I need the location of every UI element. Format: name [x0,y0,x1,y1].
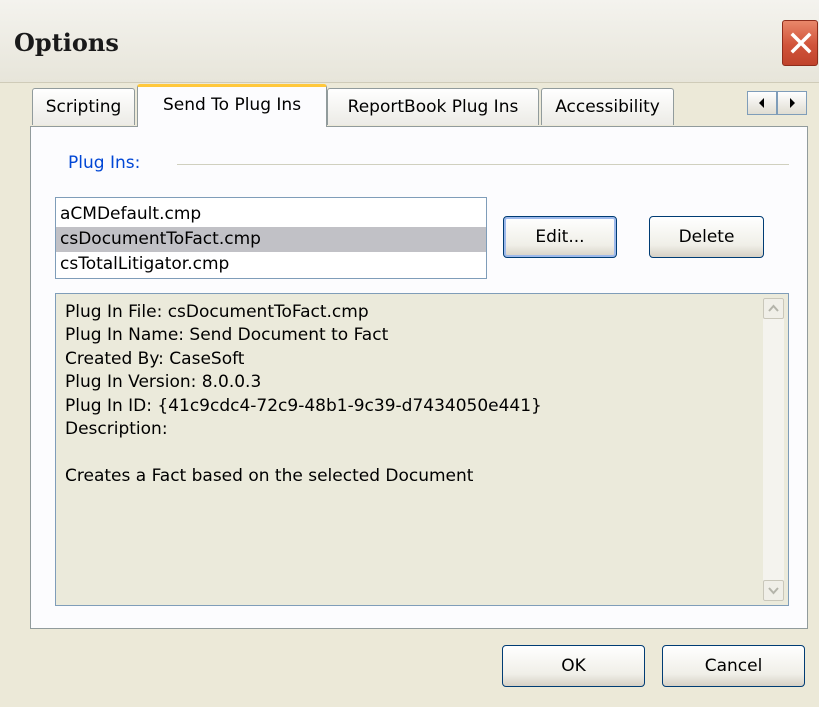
plug-in-details: Plug In File: csDocumentToFact.cmp Plug … [55,293,789,606]
group-divider [177,164,789,165]
tab-accessibility[interactable]: Accessibility [541,88,674,125]
detail-id: Plug In ID: {41c9cdc4-72c9-48b1-9c39-d74… [65,395,542,416]
plug-ins-group-label: Plug Ins: [68,153,141,173]
tab-scroll-buttons [747,91,807,115]
tab-send-to-plug-ins[interactable]: Send To Plug Ins [137,84,327,127]
tab-scroll-left-button[interactable] [747,91,777,115]
tab-reportbook-plug-ins[interactable]: ReportBook Plug Ins [327,88,539,125]
detail-blank [65,441,788,464]
chevron-up-icon [768,304,779,312]
ok-button[interactable]: OK [502,645,645,687]
arrow-left-icon [759,98,764,108]
list-item[interactable]: csTotalLitigator.cmp [56,252,486,277]
detail-name: Plug In Name: Send Document to Fact [65,325,389,346]
details-scrollbar[interactable] [763,298,784,601]
tab-scroll-right-button[interactable] [777,91,807,115]
cancel-button[interactable]: Cancel [662,645,805,687]
detail-description: Creates a Fact based on the selected Doc… [65,465,474,486]
tab-panel: Plug Ins: aCMDefault.cmp csDocumentToFac… [30,126,808,629]
title-bar: Options [0,0,819,83]
edit-button[interactable]: Edit... [503,216,617,258]
tab-scripting[interactable]: Scripting [32,88,135,125]
close-icon [790,32,812,54]
list-item[interactable]: aCMDefault.cmp [56,202,486,227]
chevron-down-icon [768,587,779,595]
plug-ins-list[interactable]: aCMDefault.cmp csDocumentToFact.cmp csTo… [55,197,487,279]
scroll-up-button[interactable] [763,298,784,319]
arrow-right-icon [790,98,795,108]
list-item[interactable]: csDocumentToFact.cmp [56,227,486,252]
window-title: Options [14,28,119,57]
detail-file: Plug In File: csDocumentToFact.cmp [65,302,369,322]
detail-version: Plug In Version: 8.0.0.3 [65,372,262,393]
detail-created-by: Created By: CaseSoft [65,348,245,369]
detail-description-label: Description: [65,418,168,439]
scroll-down-button[interactable] [763,580,784,601]
delete-button[interactable]: Delete [649,216,764,258]
close-button[interactable] [782,20,818,66]
